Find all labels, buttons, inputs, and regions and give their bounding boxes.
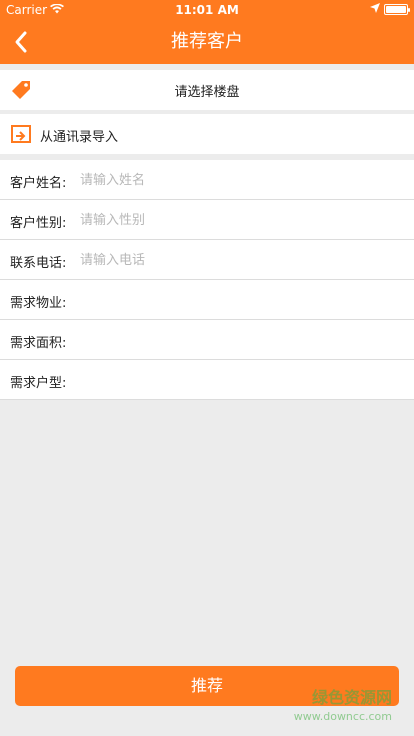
import-contacts-label: 从通讯录导入 [40, 130, 119, 145]
phone-input[interactable] [80, 248, 400, 272]
field-property: 需求物业: [0, 280, 414, 320]
field-label: 需求物业: [10, 296, 67, 311]
import-icon [11, 125, 31, 143]
field-name: 客户姓名: [0, 160, 414, 200]
customer-form: 客户姓名: 客户性别: 联系电话: 需求物业: 需求面积: 需求户型: [0, 160, 414, 400]
battery-icon [384, 4, 410, 15]
field-phone: 联系电话: [0, 240, 414, 280]
import-contacts-row[interactable]: 从通讯录导入 [0, 114, 414, 154]
nav-bar: 推荐客户 [0, 20, 414, 64]
field-area: 需求面积: [0, 320, 414, 360]
field-gender: 客户性别: [0, 200, 414, 240]
field-label: 客户性别: [10, 216, 67, 231]
area-input[interactable] [80, 328, 400, 352]
screen: Carrier 11:01 AM 推荐客户 请选择楼盘 从通讯录导入 客户姓名:… [0, 0, 414, 736]
property-input[interactable] [80, 288, 400, 312]
field-layout: 需求户型: [0, 360, 414, 400]
field-label: 需求面积: [10, 336, 67, 351]
field-label: 客户姓名: [10, 176, 67, 191]
layout-input[interactable] [80, 368, 400, 392]
select-building-row[interactable]: 请选择楼盘 [0, 70, 414, 110]
location-icon [370, 3, 380, 13]
watermark-title: 绿色资源网 [311, 688, 392, 707]
select-building-label: 请选择楼盘 [174, 85, 240, 100]
status-time: 11:01 AM [175, 3, 239, 17]
gender-input[interactable] [80, 208, 400, 232]
name-input[interactable] [80, 168, 400, 192]
header: Carrier 11:01 AM 推荐客户 [0, 0, 414, 64]
field-label: 联系电话: [10, 256, 67, 271]
page-title: 推荐客户 [171, 31, 243, 52]
watermark-url: www.downcc.com [293, 710, 392, 723]
status-bar: Carrier 11:01 AM [0, 0, 414, 20]
field-label: 需求户型: [10, 376, 67, 391]
